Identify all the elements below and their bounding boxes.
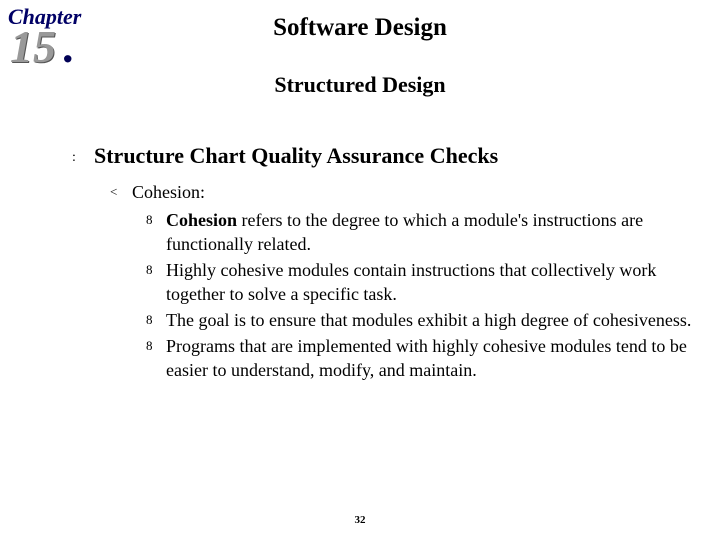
level3-text: Cohesion refers to the degree to which a… xyxy=(166,208,698,256)
body-text: refers to the degree to which a module's… xyxy=(166,210,643,254)
level1-heading: Structure Chart Quality Assurance Checks xyxy=(94,142,498,170)
body-text: Programs that are implemented with highl… xyxy=(166,336,687,380)
level3-text: Highly cohesive modules contain instruct… xyxy=(166,258,698,306)
bullet-l3-icon: 8 xyxy=(146,258,166,282)
bullet-l2-icon: < xyxy=(110,180,132,204)
level3-item: 8 Highly cohesive modules contain instru… xyxy=(146,258,698,306)
level3-item: 8 The goal is to ensure that modules exh… xyxy=(146,308,698,332)
level3-text: The goal is to ensure that modules exhib… xyxy=(166,308,691,332)
level3-item: 8 Programs that are implemented with hig… xyxy=(146,334,698,382)
page-title: Software Design xyxy=(0,14,720,42)
level3-text: Programs that are implemented with highl… xyxy=(166,334,698,382)
bullet-l3-icon: 8 xyxy=(146,208,166,232)
level2-item: < Cohesion: xyxy=(110,180,698,204)
page-subtitle: Structured Design xyxy=(0,72,720,98)
content-area: : Structure Chart Quality Assurance Chec… xyxy=(72,142,698,384)
level3-block: 8 Cohesion refers to the degree to which… xyxy=(146,208,698,382)
level2-block: < Cohesion: 8 Cohesion refers to the deg… xyxy=(110,180,698,382)
body-text: Highly cohesive modules contain instruct… xyxy=(166,260,656,304)
level2-label: Cohesion: xyxy=(132,180,205,204)
page-number: 32 xyxy=(0,514,720,526)
bold-term: Cohesion xyxy=(166,210,237,230)
bullet-l1-icon: : xyxy=(72,144,94,172)
bullet-l3-icon: 8 xyxy=(146,308,166,332)
body-text: The goal is to ensure that modules exhib… xyxy=(166,310,691,330)
level3-item: 8 Cohesion refers to the degree to which… xyxy=(146,208,698,256)
bullet-l3-icon: 8 xyxy=(146,334,166,358)
level1-item: : Structure Chart Quality Assurance Chec… xyxy=(72,142,698,170)
